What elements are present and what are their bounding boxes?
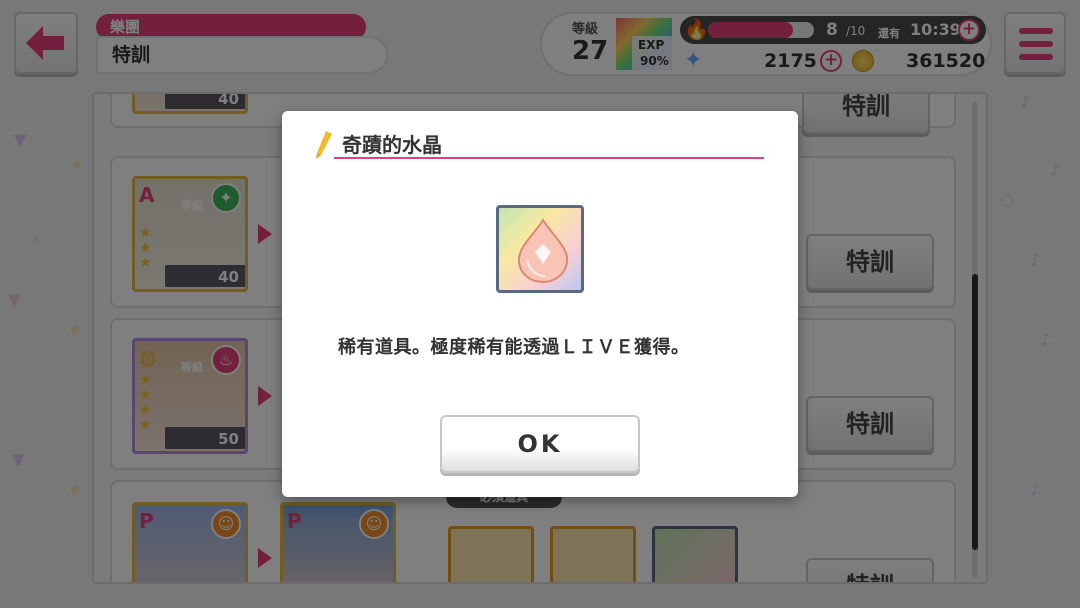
- dialog-title: 奇蹟的水晶: [342, 133, 442, 157]
- dialog-description: 稀有道具。極度稀有能透過ＬＩＶＥ獲得。: [338, 337, 690, 358]
- item-info-dialog: 奇蹟的水晶 稀有道具。極度稀有能透過ＬＩＶＥ獲得。 OK: [282, 111, 798, 497]
- crystal-item-icon: [517, 218, 569, 284]
- pencil-icon: [316, 131, 332, 159]
- crystal-item-image: [496, 205, 584, 293]
- ok-button[interactable]: OK: [440, 415, 640, 473]
- title-underline: [334, 157, 764, 159]
